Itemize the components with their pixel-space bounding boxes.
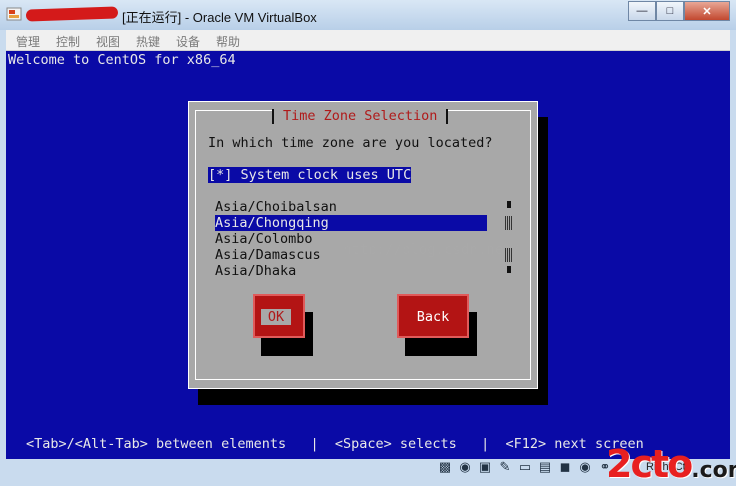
cd-icon[interactable]: ◉ <box>456 458 474 476</box>
vm-status-tray: ▩ ◉ ▣ ✎ ▭ ▤ ◼ ◉ ⚭ <box>436 458 614 478</box>
back-button-label: Back <box>416 309 450 325</box>
scroll-down-marker <box>507 266 511 273</box>
window-controls: — □ ✕ <box>628 1 730 21</box>
menu-view[interactable]: 视图 <box>96 33 120 50</box>
display-icon[interactable]: ▭ <box>516 458 534 476</box>
disk-icon[interactable]: ▩ <box>436 458 454 476</box>
utc-checkbox[interactable]: [*] System clock uses UTC <box>208 167 412 183</box>
timezone-dialog: Time Zone Selection In which time zone a… <box>188 101 538 389</box>
network-icon[interactable]: ▣ <box>476 458 494 476</box>
camera-icon[interactable]: ◉ <box>576 458 594 476</box>
menu-devices[interactable]: 设备 <box>176 33 200 50</box>
dialog-title: Time Zone Selection <box>272 109 449 124</box>
redaction-mark <box>25 6 119 22</box>
list-item[interactable]: Asia/Dhaka <box>215 263 487 279</box>
maximize-button[interactable]: □ <box>656 1 684 21</box>
menu-manage[interactable]: 管理 <box>16 33 40 50</box>
list-scrollbar[interactable] <box>505 199 515 279</box>
watermark-logo: 2cto.com <box>606 442 736 486</box>
folder-icon[interactable]: ▤ <box>536 458 554 476</box>
timezone-question: In which time zone are you located? <box>208 135 493 151</box>
menu-bar: 管理 控制 视图 热键 设备 帮助 <box>6 30 730 51</box>
menu-hotkey[interactable]: 热键 <box>136 33 160 50</box>
back-button[interactable]: Back <box>397 294 469 338</box>
ok-button[interactable]: OK <box>253 294 305 338</box>
window-titlebar: [正在运行] - Oracle VM VirtualBox — □ ✕ <box>0 0 736 30</box>
list-item[interactable]: Asia/Choibalsan <box>215 199 487 215</box>
vm-console-screen[interactable]: Welcome to CentOS for x86_64 Time Zone S… <box>6 51 730 459</box>
watermark-url: http://blog.csdn.net/ <box>343 242 521 258</box>
close-button[interactable]: ✕ <box>684 1 730 21</box>
scroll-thumb[interactable] <box>505 216 513 230</box>
capture-icon[interactable]: ◼ <box>556 458 574 476</box>
menu-help[interactable]: 帮助 <box>216 33 240 50</box>
logo-suffix: .com <box>691 458 736 483</box>
menu-control[interactable]: 控制 <box>56 33 80 50</box>
welcome-text: Welcome to CentOS for x86_64 <box>8 52 236 68</box>
keyboard-help-bar: <Tab>/<Alt-Tab> between elements | <Spac… <box>26 436 644 452</box>
scroll-thumb[interactable] <box>505 248 513 262</box>
window-title: [正在运行] - Oracle VM VirtualBox <box>122 10 317 25</box>
list-item-selected[interactable]: Asia/Chongqing <box>215 215 487 231</box>
virtualbox-app-icon <box>6 7 22 21</box>
minimize-button[interactable]: — <box>628 1 656 21</box>
logo-main: 2cto <box>606 442 693 486</box>
pencil-icon[interactable]: ✎ <box>496 458 514 476</box>
ok-button-label: OK <box>261 309 291 325</box>
scroll-up-marker <box>507 201 511 208</box>
